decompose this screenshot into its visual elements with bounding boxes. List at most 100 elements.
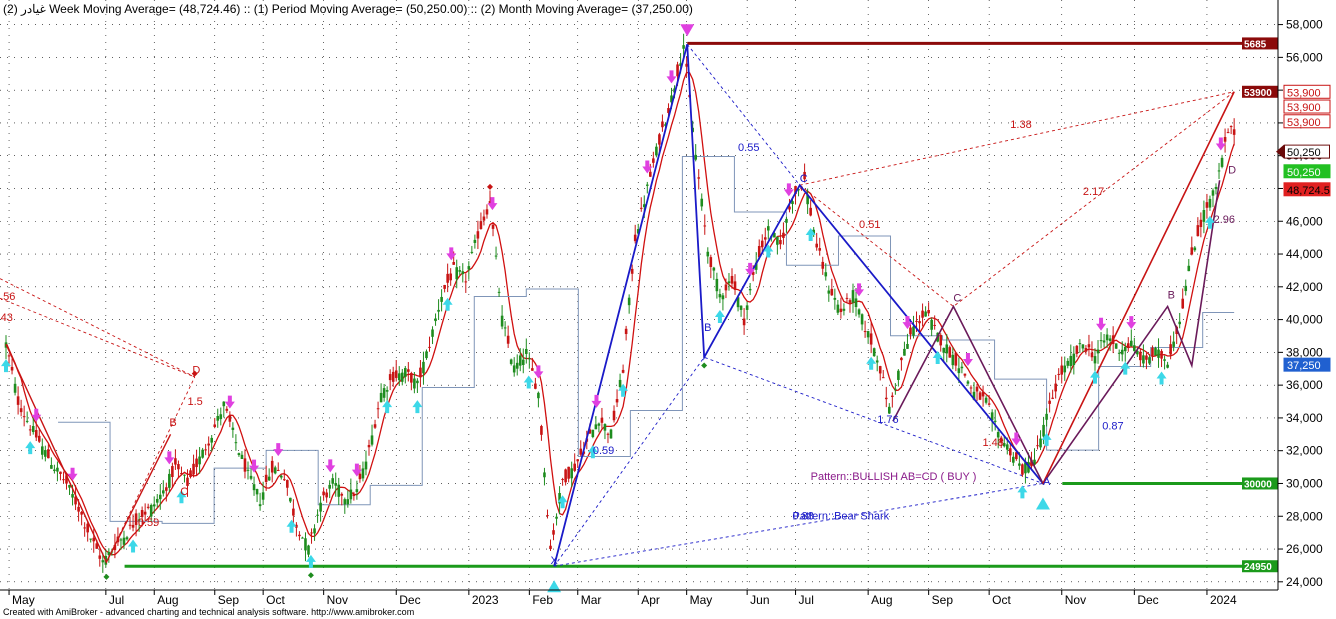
candle-body: [939, 334, 943, 346]
candle-body: [53, 469, 56, 472]
candle-body: [1075, 345, 1079, 354]
y-tick-label: 34,000: [1286, 411, 1323, 425]
candle-body: [863, 331, 867, 333]
candle-body: [165, 487, 168, 491]
candle-body: [540, 426, 543, 435]
price-tag-label: 50,250: [1287, 167, 1321, 179]
candle-body: [534, 383, 537, 389]
candle-body: [872, 348, 876, 357]
candle-body: [1057, 373, 1060, 375]
candle-body: [703, 225, 707, 227]
x-tick-label: Aug: [157, 593, 178, 607]
candle-body: [473, 239, 477, 243]
candle-body: [866, 331, 870, 338]
candle-body: [652, 158, 655, 163]
candle-body: [1051, 397, 1054, 399]
candle-body: [464, 281, 468, 283]
candle-body: [434, 318, 437, 322]
candle-body: [1157, 349, 1160, 358]
x-tick-label: Mar: [581, 593, 602, 607]
candle-body: [546, 515, 549, 517]
candle-body: [367, 444, 371, 448]
candle-body: [337, 484, 341, 497]
candle-body: [298, 534, 301, 537]
candle-body: [906, 343, 909, 349]
candle-body: [624, 328, 628, 335]
candle-body: [1042, 424, 1045, 437]
candle-body: [600, 417, 604, 423]
candle-body: [603, 424, 607, 431]
annotation-label: 2.17: [1083, 186, 1104, 198]
candle-body: [1202, 209, 1206, 222]
candle-body: [897, 370, 900, 380]
candle-body: [676, 64, 679, 77]
candle-body: [361, 468, 365, 479]
candle-body: [276, 469, 280, 471]
candle-body: [1078, 343, 1082, 345]
x-tick-label: Apr: [641, 593, 660, 607]
candle-body: [1181, 298, 1185, 309]
candle-body: [222, 401, 226, 407]
candle-body: [1084, 348, 1088, 352]
candle-body: [903, 348, 906, 356]
candle-body: [570, 468, 573, 479]
candle-body: [1166, 364, 1169, 368]
candle-body: [195, 458, 198, 468]
candle-body: [382, 388, 386, 398]
candle-body: [413, 378, 416, 389]
candle-body: [13, 383, 17, 393]
candle-body: [848, 300, 852, 303]
candle-body: [951, 354, 955, 366]
candle-body: [246, 469, 250, 471]
candle-body: [204, 449, 207, 451]
candle-body: [301, 537, 304, 539]
candle-body: [1096, 349, 1100, 354]
candle-body: [189, 470, 192, 478]
price-tag-label: 53,900: [1287, 87, 1321, 99]
candle-body: [549, 545, 552, 550]
candle-body: [697, 177, 701, 179]
candle-body: [1229, 126, 1233, 128]
candle-body: [888, 406, 891, 414]
candle-body: [909, 327, 912, 335]
candle-body: [739, 305, 743, 310]
candle-body: [521, 359, 525, 365]
candle-body: [461, 271, 465, 275]
annotation-label: 1.38: [1010, 119, 1031, 131]
candle-body: [279, 475, 283, 478]
candle-body: [875, 360, 879, 363]
candle-body: [1069, 355, 1073, 367]
candle-body: [742, 318, 746, 326]
candle-body: [479, 221, 483, 229]
candle-body: [824, 272, 828, 277]
footer-credit: Created with AmiBroker - advanced charti…: [3, 607, 415, 617]
candle-body: [661, 121, 664, 128]
candle-body: [216, 416, 220, 421]
candle-body: [455, 267, 459, 280]
candle-body: [249, 475, 253, 479]
candle-body: [512, 365, 516, 373]
candle-body: [763, 237, 767, 240]
candle-body: [313, 528, 316, 534]
candle-body: [933, 324, 936, 326]
annotation-label: 1.5: [188, 396, 203, 408]
candle-body: [1130, 340, 1133, 347]
candle-body: [715, 278, 719, 292]
annotation-label: 1.76: [877, 414, 898, 426]
candle-body: [506, 335, 510, 344]
candle-body: [1005, 444, 1009, 450]
candle-body: [155, 498, 159, 503]
candle-body: [915, 320, 918, 322]
candle-body: [1190, 247, 1194, 255]
candle-body: [25, 420, 29, 422]
candle-body: [900, 357, 903, 361]
candle-body: [443, 284, 446, 289]
candle-body: [528, 358, 531, 360]
annotation-label: 0.55: [738, 142, 759, 154]
candle-body: [201, 449, 204, 458]
candle-body: [515, 362, 519, 369]
candle-body: [467, 266, 471, 270]
candle-body: [1232, 129, 1236, 135]
candle-body: [146, 506, 150, 508]
y-tick-label: 36,000: [1286, 378, 1323, 392]
